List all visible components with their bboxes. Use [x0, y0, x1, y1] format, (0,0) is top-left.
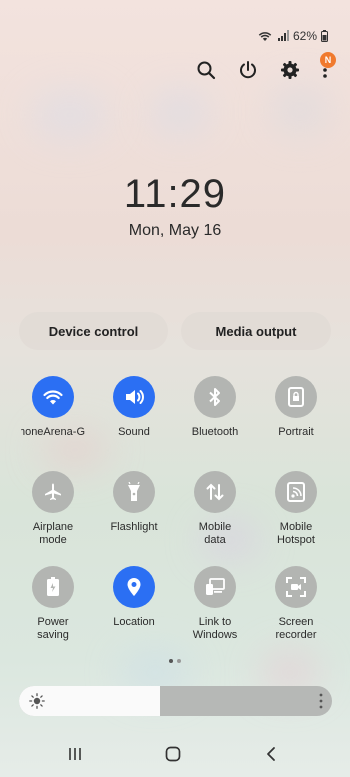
tile-label: Location: [113, 616, 155, 628]
wifi-status-icon: [258, 32, 272, 41]
signal-icon: [277, 30, 289, 41]
tile-label: Sound: [118, 426, 150, 438]
clock-time: 11:29: [123, 172, 227, 216]
tile-label: Bluetooth: [191, 426, 239, 438]
mobile-data-icon[interactable]: [194, 471, 236, 513]
brightness-icon: [29, 693, 45, 709]
back-icon[interactable]: [265, 746, 277, 762]
tile-label: Portrait: [278, 426, 314, 438]
search-icon[interactable]: [194, 58, 218, 82]
location-icon[interactable]: [113, 566, 155, 608]
page-dot-active: [169, 659, 173, 663]
airplane-icon[interactable]: [32, 471, 74, 513]
media-output-button[interactable]: Media output: [181, 312, 331, 350]
tile-flashlight[interactable]: Flashlight: [94, 471, 174, 534]
tile-location[interactable]: Location: [94, 566, 174, 629]
tile-airplane-mode[interactable]: Airplane mode: [13, 471, 93, 547]
battery-percent: 62%: [292, 29, 317, 43]
gear-icon[interactable]: [278, 58, 302, 82]
tile-portrait[interactable]: Portrait: [256, 376, 336, 439]
brightness-more-icon[interactable]: [319, 693, 323, 709]
navigation-bar: [0, 740, 350, 770]
tile-screen-recorder[interactable]: Screen recorder: [256, 566, 336, 642]
clock-date: Mon, May 16: [128, 222, 222, 239]
home-icon[interactable]: [165, 746, 181, 762]
power-saving-icon[interactable]: [32, 566, 74, 608]
recents-icon[interactable]: [67, 746, 83, 762]
more-vert-icon[interactable]: N: [320, 52, 336, 82]
bluetooth-icon[interactable]: [194, 376, 236, 418]
tile-bluetooth[interactable]: Bluetooth: [175, 376, 255, 439]
battery-icon: [321, 30, 328, 42]
wifi-icon[interactable]: [32, 376, 74, 418]
tile-wifi[interactable]: honeArena-G: [13, 376, 93, 439]
background-blur: [150, 90, 210, 135]
background-blur: [270, 85, 330, 135]
link-to-windows-icon[interactable]: [194, 566, 236, 608]
tile-label: Link to Windows: [192, 616, 238, 641]
device-control-button[interactable]: Device control: [19, 312, 168, 350]
brightness-slider[interactable]: [19, 686, 332, 716]
tile-label: Mobile data: [198, 521, 232, 546]
tile-sound[interactable]: Sound: [94, 376, 174, 439]
sound-icon[interactable]: [113, 376, 155, 418]
tile-power-saving[interactable]: Power saving: [13, 566, 93, 642]
background-blur: [30, 90, 110, 140]
power-icon[interactable]: [236, 58, 260, 82]
page-indicator[interactable]: [169, 659, 181, 663]
hotspot-icon[interactable]: [275, 471, 317, 513]
tile-label: Mobile Hotspot: [277, 521, 315, 546]
notification-badge: N: [320, 52, 336, 68]
tile-mobile-data[interactable]: Mobile data: [175, 471, 255, 547]
tile-mobile-hotspot[interactable]: Mobile Hotspot: [256, 471, 336, 547]
tile-link-to-windows[interactable]: Link to Windows: [175, 566, 255, 642]
page-dot: [177, 659, 181, 663]
top-actions: N: [194, 52, 336, 82]
tile-label: Flashlight: [110, 521, 158, 533]
tile-label: Power saving: [37, 616, 69, 641]
screen-recorder-icon[interactable]: [275, 566, 317, 608]
portrait-lock-icon[interactable]: [275, 376, 317, 418]
tile-label: honeArena-G: [21, 426, 85, 438]
tile-label: Airplane mode: [32, 521, 74, 546]
status-bar: 62%: [257, 26, 328, 46]
tile-label: Screen recorder: [275, 616, 317, 641]
flashlight-icon[interactable]: [113, 471, 155, 513]
